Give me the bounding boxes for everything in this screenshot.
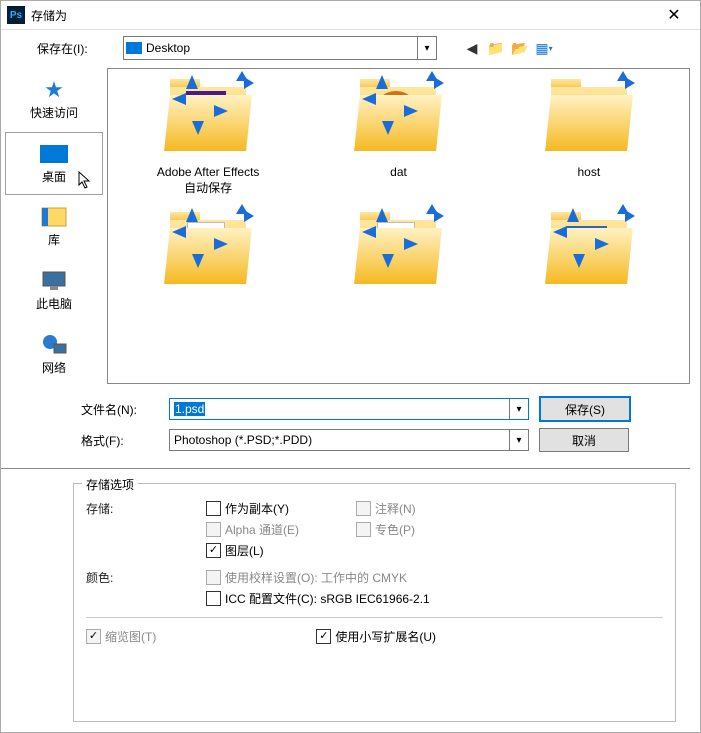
folder-item[interactable]: host (499, 73, 679, 196)
folder-item[interactable] (308, 206, 488, 298)
chk-lowercase-ext[interactable]: ✓ 使用小写扩展名(U) (316, 628, 436, 645)
chk-proof: 使用校样设置(O): 工作中的 CMYK (206, 569, 430, 586)
filename-label: 文件名(N): (81, 401, 159, 418)
form-rows: 文件名(N): 1.psd ▾ 保存(S) 格式(F): Photoshop (… (1, 386, 690, 469)
chk-alpha: Alpha 通道(E) (206, 521, 356, 538)
titlebar: Ps 存储为 ✕ (1, 1, 700, 30)
folder-label-2: 自动保存 (184, 181, 232, 195)
folder-label: Adobe After Effects (157, 165, 260, 179)
checkbox-icon (206, 591, 221, 606)
chevron-down-icon[interactable]: ▾ (509, 399, 528, 419)
folder-item[interactable]: AeAEP Adobe After Effects 自动保存 (118, 73, 298, 196)
separator (86, 617, 663, 618)
sidebar-item-label: 桌面 (42, 168, 66, 185)
cancel-button[interactable]: 取消 (539, 428, 629, 452)
sidebar-item-desktop[interactable]: 桌面 (5, 132, 103, 196)
checkbox-icon: ✓ (86, 629, 101, 644)
chk-layers[interactable]: ✓ 图层(L) (206, 542, 356, 559)
storage-label: 存储: (86, 500, 206, 559)
location-combo[interactable]: Desktop ▾ (123, 36, 437, 60)
format-field[interactable]: Photoshop (*.PSD;*.PDD) ▾ (169, 429, 529, 451)
quick-access-icon: ★ (38, 78, 70, 102)
filename-value: 1.psd (174, 402, 205, 416)
libraries-icon (38, 205, 70, 229)
save-options-panel: 存储选项 存储: 作为副本(Y) 注释(N) Alpha 通道(E) (73, 483, 676, 722)
chevron-down-icon[interactable]: ▾ (509, 430, 528, 450)
format-label: 格式(F): (81, 432, 159, 449)
folder-icon (545, 73, 633, 165)
folder-label: host (577, 165, 600, 179)
folder-icon (354, 206, 442, 298)
sidebar-item-network[interactable]: 网络 (5, 322, 103, 386)
sidebar-item-label: 此电脑 (36, 295, 72, 312)
checkbox-icon: ✓ (206, 543, 221, 558)
checkbox-icon (356, 522, 371, 537)
format-value: Photoshop (*.PSD;*.PDD) (174, 433, 312, 447)
sidebar-item-label: 库 (48, 231, 60, 248)
checkbox-icon (356, 501, 371, 516)
desktop-icon (126, 42, 142, 54)
body-area: ★ 快速访问 桌面 库 (1, 66, 700, 386)
checkbox-icon (206, 501, 221, 516)
save-button[interactable]: 保存(S) (539, 396, 631, 422)
folder-item[interactable] (118, 206, 298, 298)
sidebar-item-this-pc[interactable]: 此电脑 (5, 259, 103, 323)
folder-item[interactable]: dat (308, 73, 488, 196)
filename-field[interactable]: 1.psd ▾ (169, 398, 529, 420)
folder-icon (354, 73, 442, 165)
sidebar-item-label: 快速访问 (30, 104, 78, 121)
chk-thumbnail: ✓ 缩览图(T) (86, 628, 156, 645)
save-in-label: 保存在(I): (37, 40, 115, 57)
folder-icon: AeAEP (164, 73, 252, 165)
folder-label: dat (390, 165, 407, 179)
nav-icons: ◀ 📁 📂 ▦▾ (463, 39, 553, 57)
color-label: 颜色: (86, 569, 206, 607)
folder-icon: W (545, 206, 633, 298)
desktop-icon (38, 142, 70, 166)
folder-icon (164, 206, 252, 298)
places-sidebar: ★ 快速访问 桌面 库 (1, 66, 107, 386)
options-legend: 存储选项 (82, 476, 138, 493)
this-pc-icon (38, 269, 70, 293)
network-icon (38, 333, 70, 357)
checkbox-icon: ✓ (316, 629, 331, 644)
folder-item[interactable]: W (499, 206, 679, 298)
location-value: Desktop (146, 41, 190, 55)
sidebar-item-label: 网络 (42, 359, 66, 376)
file-pane[interactable]: AeAEP Adobe After Effects 自动保存 (107, 68, 690, 384)
location-toolbar: 保存在(I): Desktop ▾ ◀ 📁 📂 ▦▾ (1, 30, 700, 66)
window-title: 存储为 (31, 7, 654, 24)
save-as-dialog: Ps 存储为 ✕ 保存在(I): Desktop ▾ ◀ 📁 📂 ▦▾ ★ 快速… (0, 0, 701, 733)
chk-icc[interactable]: ICC 配置文件(C): sRGB IEC61966-2.1 (206, 590, 430, 607)
sidebar-item-libraries[interactable]: 库 (5, 195, 103, 259)
close-button[interactable]: ✕ (654, 1, 694, 29)
chk-spot: 专色(P) (356, 521, 506, 538)
up-icon[interactable]: 📁 (487, 39, 505, 57)
app-logo: Ps (7, 6, 25, 24)
back-icon[interactable]: ◀ (463, 39, 481, 57)
chk-as-copy[interactable]: 作为副本(Y) (206, 500, 356, 517)
checkbox-icon (206, 570, 221, 585)
chk-notes: 注释(N) (356, 500, 506, 517)
checkbox-icon (206, 522, 221, 537)
new-folder-icon[interactable]: 📂 (511, 39, 529, 57)
chevron-down-icon[interactable]: ▾ (417, 37, 436, 59)
view-menu-icon[interactable]: ▦▾ (535, 39, 553, 57)
sidebar-item-quick-access[interactable]: ★ 快速访问 (5, 68, 103, 132)
cursor-icon (78, 171, 92, 189)
